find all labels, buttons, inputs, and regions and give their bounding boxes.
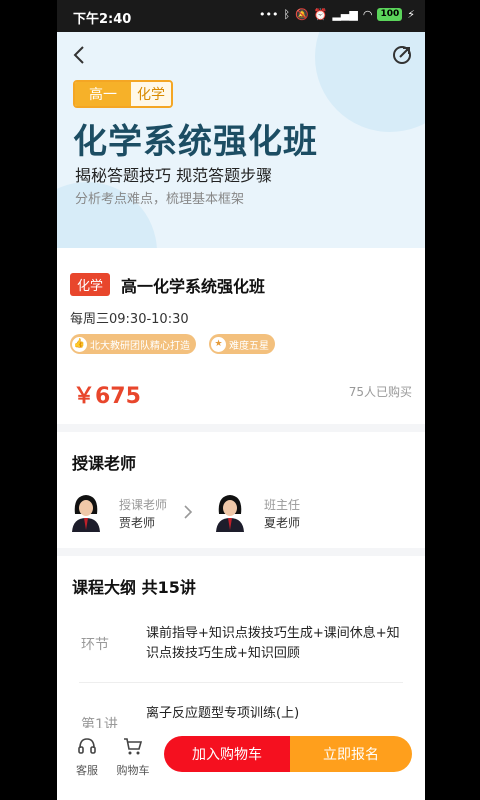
course-schedule: 每周三09:30-10:30	[70, 312, 189, 327]
subject-chip: 化学	[70, 273, 111, 296]
teacher-avatar[interactable]	[69, 492, 103, 532]
status-time: 下午2:40	[73, 12, 132, 27]
badge-label: 北大教研团队精心打造	[90, 340, 190, 352]
teachers-section: 授课老师 授课老师 贾老师 班主任 夏老师	[57, 432, 425, 548]
customer-service-button[interactable]: 客服	[67, 736, 107, 778]
banner-title: 化学系统强化班	[73, 122, 318, 162]
enroll-now-button[interactable]: 立即报名	[290, 736, 412, 772]
teacher-role: 班主任	[264, 498, 301, 512]
status-bar: 下午2:40 ••• ᛒ 🔕 ⏰ ▂▄▆ ◠ 100 ⚡	[57, 0, 425, 32]
star-icon: ★	[211, 336, 226, 352]
more-dots-icon: •••	[258, 8, 279, 21]
teacher-name: 贾老师	[119, 516, 156, 530]
teacher-avatar[interactable]	[213, 492, 247, 532]
wifi-icon: ◠	[362, 8, 373, 21]
headset-icon	[78, 738, 96, 754]
grade-tag: 高一	[75, 82, 131, 106]
cart-label: 购物车	[116, 764, 150, 777]
outline-title: 课程大纲 共15讲	[72, 578, 196, 597]
teacher-role: 授课老师	[119, 498, 168, 512]
phone-screen: 下午2:40 ••• ᛒ 🔕 ⏰ ▂▄▆ ◠ 100 ⚡ 高一 化学 化学系统强…	[57, 0, 425, 800]
alarm-icon: ⏰	[313, 8, 328, 21]
course-price: ￥675	[73, 384, 141, 409]
course-info-card: 化学 高一化学系统强化班 每周三09:30-10:30 👍 北大教研团队精心打造…	[57, 248, 425, 424]
banner-description: 分析考点难点，梳理基本框架	[75, 192, 245, 207]
thumb-up-icon: 👍	[72, 336, 87, 352]
chevron-right-icon[interactable]	[183, 504, 193, 520]
course-outline-section: 课程大纲 共15讲 环节 课前指导+知识点拨技巧生成+课间休息+知识点拨技巧生成…	[57, 556, 425, 736]
add-to-cart-button[interactable]: 加入购物车	[164, 736, 290, 772]
charging-icon: ⚡	[407, 8, 415, 21]
teachers-title: 授课老师	[72, 454, 137, 473]
outline-text: 离子反应题型专项训练(上)	[146, 706, 300, 721]
cart-button[interactable]: 购物车	[113, 736, 153, 778]
subject-tag: 化学	[131, 82, 171, 106]
shopping-cart-icon	[124, 738, 143, 755]
bottom-action-bar: 客服 购物车 加入购物车 立即报名	[57, 728, 425, 800]
course-banner: 高一 化学 化学系统强化班 揭秘答题技巧 规范答题步骤 分析考点难点，梳理基本框…	[57, 32, 425, 248]
share-icon[interactable]	[391, 44, 413, 66]
feature-badge: 👍 北大教研团队精心打造	[70, 334, 196, 354]
signal-icon: ▂▄▆	[332, 8, 358, 21]
outline-label: 环节	[81, 637, 109, 653]
service-label: 客服	[76, 764, 98, 777]
banner-subtitle: 揭秘答题技巧 规范答题步骤	[75, 166, 273, 185]
back-arrow-icon[interactable]	[69, 44, 91, 66]
bluetooth-icon: ᛒ	[283, 8, 291, 21]
grade-subject-tag: 高一 化学	[73, 80, 173, 108]
battery-icon: 100	[377, 8, 403, 21]
outline-text: 课前指导+知识点拨技巧生成+课间休息+知识点拨技巧生成+知识回顾	[146, 626, 400, 661]
teacher-name: 夏老师	[264, 516, 301, 530]
mute-icon: 🔕	[295, 8, 309, 21]
purchase-count: 75人已购买	[348, 385, 412, 399]
outline-divider	[79, 682, 403, 683]
status-icons: ••• ᛒ 🔕 ⏰ ▂▄▆ ◠ 100 ⚡	[259, 8, 415, 21]
difficulty-badge: ★ 难度五星	[209, 334, 275, 354]
badge-label: 难度五星	[229, 340, 269, 352]
course-name: 高一化学系统强化班	[121, 277, 266, 296]
